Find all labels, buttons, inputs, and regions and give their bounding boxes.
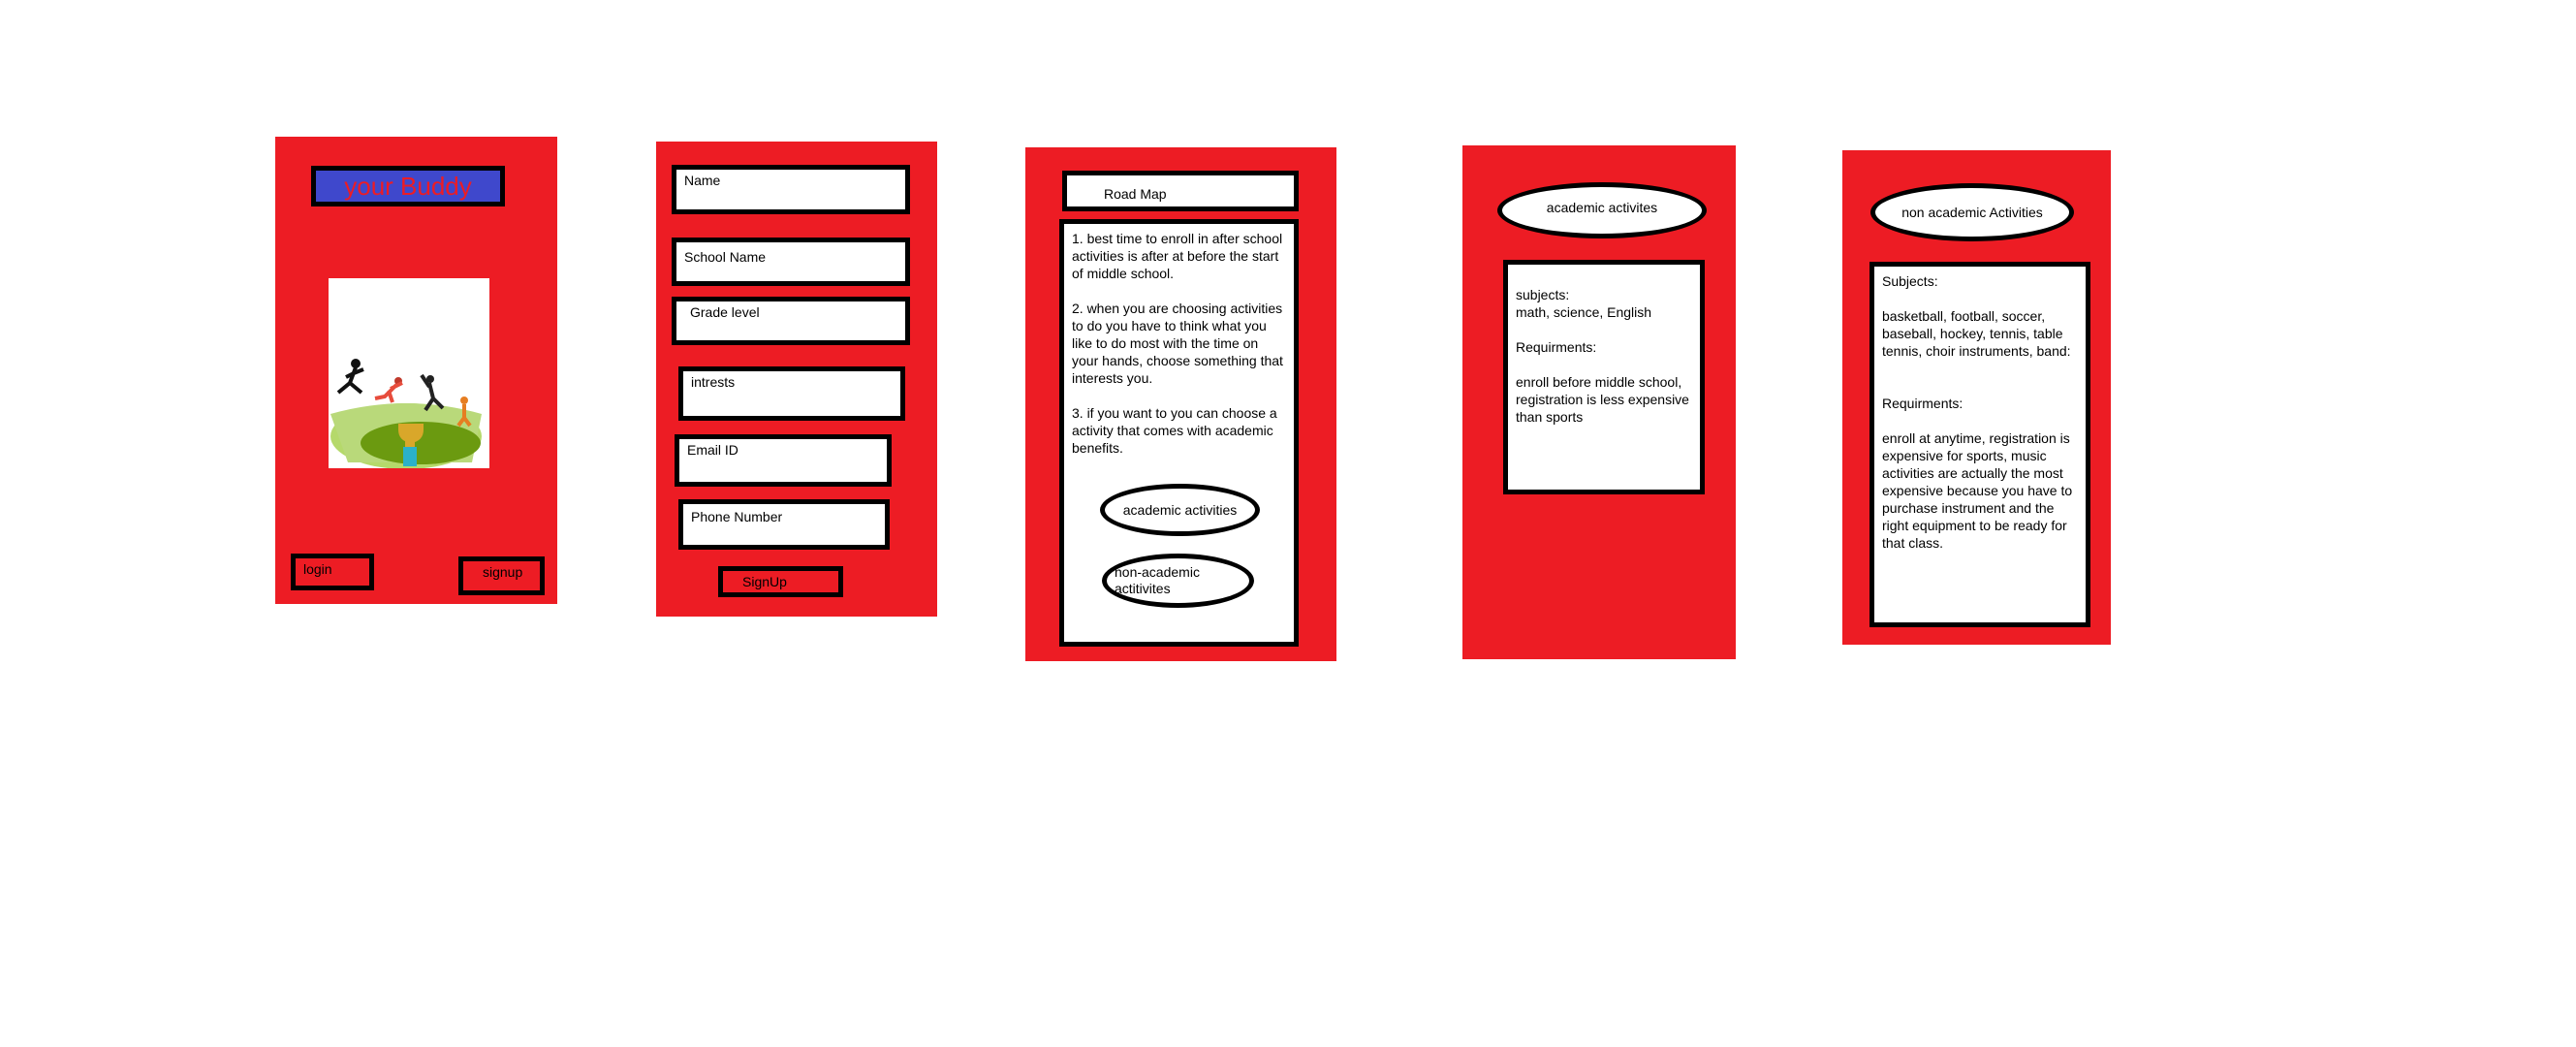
roadmap-screen: Road Map 1. best time to enroll in after… — [1025, 147, 1336, 661]
app-title: your Buddy — [311, 166, 505, 206]
non-academic-activities-button[interactable]: non-academic actitivites — [1102, 554, 1254, 608]
roadmap-content: 1. best time to enroll in after school a… — [1059, 219, 1299, 647]
signup-submit-button[interactable]: SignUp — [718, 566, 843, 597]
email-field-label: Email ID — [687, 442, 738, 458]
roadmap-tips: 1. best time to enroll in after school a… — [1072, 231, 1283, 456]
non-academic-activities-details: Subjects: basketball, football, soccer, … — [1882, 273, 2073, 551]
grade-level-field-label: Grade level — [690, 304, 760, 320]
interests-field-label: intrests — [691, 374, 736, 390]
name-field[interactable]: Name — [672, 165, 910, 214]
academic-activities-header-text: academic activites — [1546, 200, 1658, 215]
academic-activities-label: academic activities — [1122, 501, 1238, 518]
app-title-text: your Buddy — [344, 171, 472, 201]
non-academic-activities-content: Subjects: basketball, football, soccer, … — [1869, 262, 2090, 627]
phone-number-field-label: Phone Number — [691, 509, 783, 524]
non-academic-activities-header-text: non academic Activities — [1901, 204, 2043, 220]
sports-illustration — [329, 278, 489, 469]
non-academic-activities-header: non academic Activities — [1870, 183, 2074, 241]
roadmap-header: Road Map — [1062, 171, 1299, 211]
roadmap-header-text: Road Map — [1104, 186, 1167, 202]
interests-field[interactable]: intrests — [678, 366, 905, 421]
login-button[interactable]: login — [291, 554, 374, 590]
signup-label: signup — [483, 564, 523, 580]
non-academic-activities-screen: non academic Activities Subjects: basket… — [1842, 150, 2111, 645]
academic-activities-header: academic activites — [1497, 182, 1707, 238]
academic-activities-content: subjects: math, science, English Requirm… — [1503, 260, 1705, 494]
sports-illustration-icon — [330, 359, 482, 469]
academic-activities-details: subjects: math, science, English Requirm… — [1516, 287, 1689, 425]
grade-level-field[interactable]: Grade level — [672, 297, 910, 345]
non-academic-activities-label: non-academic actitivites — [1115, 564, 1200, 596]
signup-screen: Name School Name Grade level intrests Em… — [656, 142, 937, 617]
login-label: login — [303, 561, 332, 577]
welcome-screen: your Buddy login signup — [275, 137, 557, 604]
email-field[interactable]: Email ID — [675, 434, 892, 487]
phone-number-field[interactable]: Phone Number — [678, 499, 890, 550]
school-name-field-label: School Name — [684, 249, 767, 265]
academic-activities-button[interactable]: academic activities — [1100, 484, 1260, 536]
name-field-label: Name — [684, 173, 721, 188]
academic-activities-screen: academic activites subjects: math, scien… — [1462, 145, 1736, 659]
school-name-field[interactable]: School Name — [672, 238, 910, 286]
signup-submit-label: SignUp — [742, 574, 787, 589]
signup-button[interactable]: signup — [458, 556, 545, 595]
